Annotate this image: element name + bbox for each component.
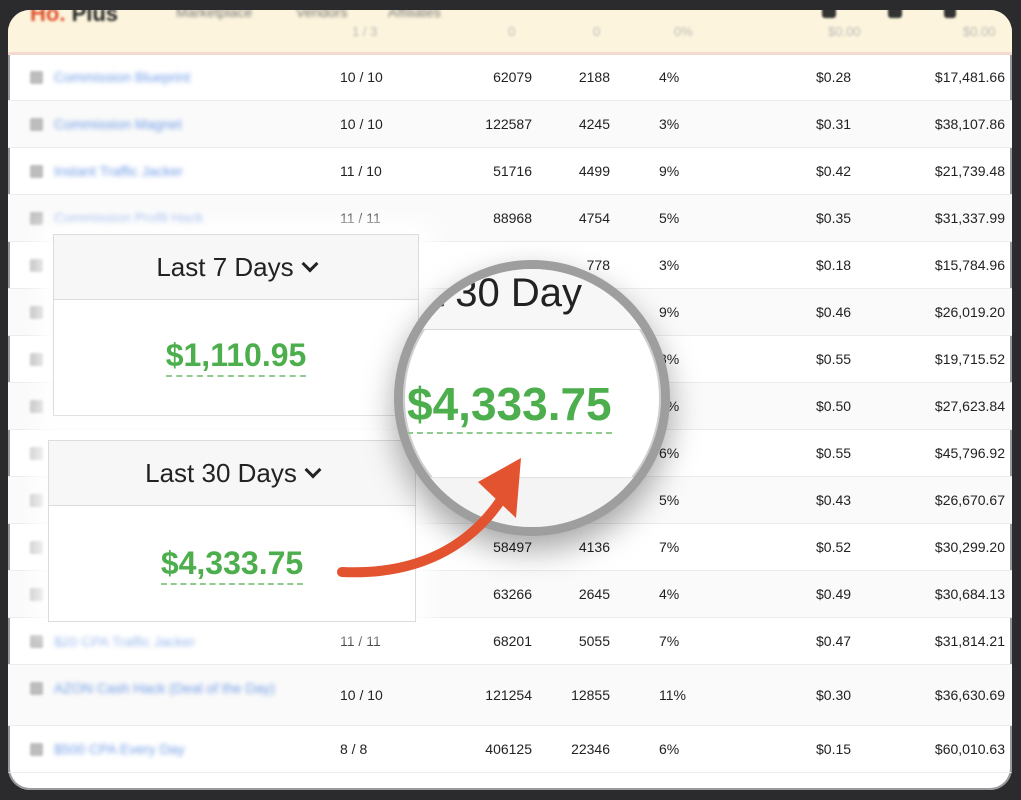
arrow-shaft bbox=[337, 487, 511, 578]
curved-arrow-icon bbox=[337, 458, 521, 578]
screenshot-frame: Ho. Plus Marketplace Vendors Affiliates … bbox=[8, 10, 1012, 790]
